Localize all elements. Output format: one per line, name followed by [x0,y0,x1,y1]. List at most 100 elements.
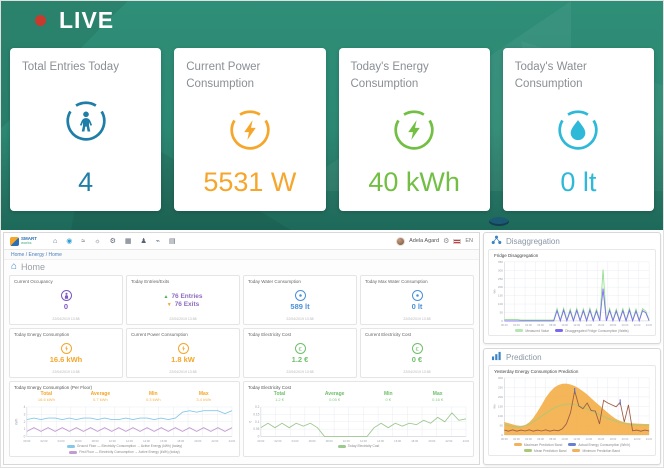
svg-text:50: 50 [500,311,504,315]
disaggregation-chart: 050100150200250300350Wh00:0002:0004:0006… [492,259,652,328]
svg-text:€: € [415,347,419,353]
app-navbar: SMART works ⌂ ◉ ≈ ☼ ⚙ ▦ ♟ ⌁ ▤ Adela Agard ⚙ EN [4,233,479,250]
navbar-user-area: Adela Agard ⚙ EN [396,237,473,246]
chart-title: Today Energy Consumption (Per Floor) [14,385,235,390]
svg-text:Wh: Wh [492,289,496,294]
kpi-card-title: Today's Water Consumption [515,59,642,92]
logo-icon [10,237,19,246]
svg-text:02:00: 02:00 [275,439,282,443]
language-flag-icon[interactable] [453,239,461,244]
svg-text:300: 300 [498,268,503,272]
app-logo[interactable]: SMART works [10,237,37,246]
arrow-down-icon: ▼ [167,302,172,308]
mini-card-value: 0 € [412,355,422,364]
kpi-card-title: Today's Energy Consumption [351,59,478,92]
exits-value: 76 Exits [175,301,200,308]
svg-text:kWh: kWh [14,418,18,425]
user-avatar[interactable] [396,237,405,246]
svg-text:100: 100 [498,414,503,418]
wifi-icon[interactable]: ≈ [81,238,85,245]
svg-text:20:00: 20:00 [622,323,629,327]
svg-text:18:00: 18:00 [610,437,617,441]
svg-text:Wh: Wh [492,404,496,409]
legend-item: Disaggregated Fridge Consumption (Watts) [555,329,628,333]
svg-text:24:00: 24:00 [463,439,469,443]
power-icon[interactable]: ⌁ [156,238,160,245]
chart-title: Yesterday Energy Consumption Prediction [494,369,652,374]
svg-text:10:00: 10:00 [561,323,568,327]
legend-swatch-icon [67,445,75,449]
settings-gear-icon[interactable]: ⚙ [443,237,449,245]
user-name[interactable]: Adela Agard [409,238,439,244]
energy-per-floor-chart: 01234kWh00:0002:0004:0006:0008:0010:0012… [14,404,235,443]
kpi-card-today-water: Today's Water Consumption 0 lt [503,48,654,211]
svg-text:08:00: 08:00 [549,323,556,327]
kpi-card-title: Total Entries Today [22,59,149,76]
mini-card-caption: 22/04/2019 13:58 [365,317,469,321]
legend-swatch-icon [555,329,563,333]
svg-text:0.05: 0.05 [253,427,259,431]
lightbulb-icon[interactable]: ◉ [66,238,72,245]
mini-chart-row: Today Energy Consumption (Per Floor) Tot… [9,381,474,457]
electricity-cost-chart: 00.050.10.150.2€00:0002:0004:0006:0008:0… [248,404,469,443]
chart-legend: Maximum Prediction BandActual Energy Con… [492,443,652,453]
language-label[interactable]: EN [465,238,473,244]
legend-item: Today Electricity Cost [338,444,380,448]
svg-text:1: 1 [24,427,26,431]
svg-text:10:00: 10:00 [561,437,568,441]
svg-text:24:00: 24:00 [646,437,652,441]
svg-text:24:00: 24:00 [646,323,652,327]
svg-text:12:00: 12:00 [360,439,367,443]
svg-text:14:00: 14:00 [377,439,384,443]
legend-swatch-icon [524,449,532,453]
svg-text:200: 200 [498,285,503,289]
bolt-icon [178,343,189,354]
home-icon[interactable]: ⌂ [53,238,57,245]
mini-card-current-power: Current Power Consumption 1.8 kW 22/04/2… [126,328,240,378]
apps-icon[interactable]: ▤ [169,238,176,245]
grid-icon[interactable]: ▦ [125,238,132,245]
legend-swatch-icon [515,329,523,333]
svg-text:0: 0 [501,319,503,323]
svg-text:150: 150 [498,404,503,408]
svg-text:12:00: 12:00 [126,439,133,443]
svg-text:02:00: 02:00 [513,437,520,441]
svg-text:250: 250 [498,277,503,281]
chart-legend: Ground Floor — Electricity Consumption →… [14,444,235,454]
svg-text:0.2: 0.2 [255,405,260,409]
arrow-up-icon: ▲ [163,294,168,300]
svg-text:0.15: 0.15 [253,412,259,416]
legend-item: Measured Value [515,329,549,333]
chart-stats: Total16.6 kWh Average0.7 kWh Min0.3 kWh … [20,391,229,402]
svg-text:2: 2 [24,420,26,424]
mini-card-entries-exits: Today Entries/Exits ▲ 76 Entries ▼ 76 Ex… [126,275,240,325]
mini-card-max-water: Today Max Water Consumption 0 lt 22/04/2… [360,275,474,325]
svg-text:00:00: 00:00 [501,437,508,441]
legend-swatch-icon [338,445,346,449]
kpi-card-total-entries: Total Entries Today 4 [10,48,161,211]
thermometer-icon[interactable]: ☼ [94,238,100,245]
panel-title: Disaggregation [506,237,560,246]
euro-icon: € [295,343,306,354]
entries-row: ▲ 76 Entries [163,293,202,300]
gear-icon[interactable]: ⚙ [110,238,116,245]
svg-text:22:00: 22:00 [211,439,218,443]
svg-text:04:00: 04:00 [292,439,299,443]
navbar-icon-row: ⌂ ◉ ≈ ☼ ⚙ ▦ ♟ ⌁ ▤ [53,238,176,245]
kpi-card-row: Total Entries Today 4 Current Power Cons… [1,48,663,211]
person-icon[interactable]: ♟ [141,238,147,245]
prediction-chart: 050100150200250300Wh00:0002:0004:0006:00… [492,375,652,442]
bottom-section: SMART works ⌂ ◉ ≈ ☼ ⚙ ▦ ♟ ⌁ ▤ Adela Agard ⚙ EN H… [1,230,663,468]
legend-label: First Floor — Electricity Consumption → … [79,450,180,454]
water-meter-icon [412,290,423,301]
screenshot-root: LIVE Total Entries Today 4 Current Power… [0,0,664,468]
decoration-blob [489,217,509,226]
chart-title: Today Electricity Cost [248,385,469,390]
svg-text:06:00: 06:00 [75,439,82,443]
kpi-card-value: 40 kWh [351,167,478,198]
kpi-card-current-power: Current Power Consumption 5531 W [174,48,325,211]
svg-text:16:00: 16:00 [598,437,605,441]
breadcrumb[interactable]: Home / Energy / Home [4,250,479,260]
live-indicator: LIVE [35,7,114,34]
mini-card-caption: 22/04/2019 13:58 [14,370,118,374]
